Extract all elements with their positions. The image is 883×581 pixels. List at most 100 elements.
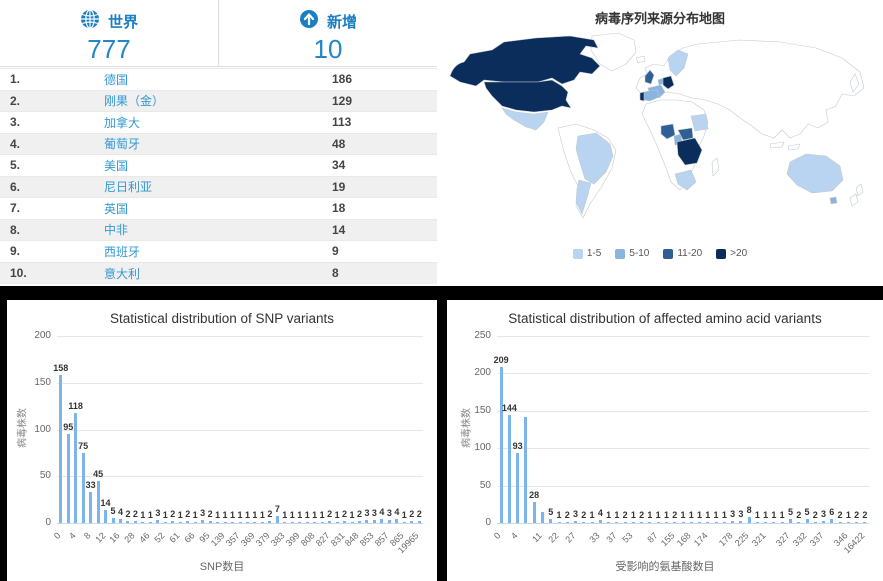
- bar[interactable]: [566, 522, 569, 523]
- bar[interactable]: [112, 518, 115, 523]
- bar[interactable]: [599, 520, 602, 523]
- country-link[interactable]: 加拿大: [100, 112, 328, 134]
- region-usa[interactable]: [484, 80, 571, 112]
- bar[interactable]: [283, 522, 286, 523]
- bar[interactable]: [67, 434, 70, 523]
- bar[interactable]: [164, 522, 167, 523]
- bar[interactable]: [141, 522, 144, 523]
- bar[interactable]: [764, 522, 767, 523]
- bar[interactable]: [395, 519, 398, 523]
- bar[interactable]: [410, 521, 413, 523]
- bar[interactable]: [706, 522, 709, 523]
- bar[interactable]: [239, 522, 242, 523]
- bar[interactable]: [298, 522, 301, 523]
- bar[interactable]: [657, 522, 660, 523]
- bar[interactable]: [615, 522, 618, 523]
- bar[interactable]: [748, 517, 751, 523]
- bar[interactable]: [89, 492, 92, 523]
- bar[interactable]: [134, 521, 137, 523]
- bar[interactable]: [533, 502, 536, 523]
- bar[interactable]: [806, 519, 809, 523]
- bar[interactable]: [624, 522, 627, 523]
- bar[interactable]: [739, 521, 742, 523]
- bar[interactable]: [261, 522, 264, 523]
- bar[interactable]: [715, 522, 718, 523]
- bar[interactable]: [179, 522, 182, 523]
- bar[interactable]: [380, 519, 383, 523]
- bar[interactable]: [74, 413, 77, 523]
- bar[interactable]: [201, 520, 204, 523]
- bar[interactable]: [343, 521, 346, 523]
- bar[interactable]: [373, 520, 376, 523]
- bar[interactable]: [524, 417, 527, 523]
- bar[interactable]: [358, 521, 361, 523]
- bar[interactable]: [574, 521, 577, 523]
- country-link[interactable]: 美国: [100, 155, 328, 177]
- bar[interactable]: [632, 522, 635, 523]
- country-link[interactable]: 英国: [100, 198, 328, 220]
- bar[interactable]: [723, 522, 726, 523]
- bar[interactable]: [119, 519, 122, 523]
- bar[interactable]: [418, 521, 421, 523]
- bar[interactable]: [789, 519, 792, 523]
- bar[interactable]: [403, 522, 406, 523]
- country-link[interactable]: 西班牙: [100, 241, 328, 263]
- country-link[interactable]: 刚果（金）: [100, 90, 328, 112]
- bar[interactable]: [253, 522, 256, 523]
- bar[interactable]: [246, 522, 249, 523]
- bar[interactable]: [781, 522, 784, 523]
- country-link[interactable]: 意大利: [100, 262, 328, 284]
- bar[interactable]: [268, 521, 271, 523]
- bar[interactable]: [82, 453, 85, 523]
- bar[interactable]: [276, 516, 279, 523]
- bar[interactable]: [648, 522, 651, 523]
- bar[interactable]: [591, 522, 594, 523]
- bar[interactable]: [156, 520, 159, 523]
- country-link[interactable]: 葡萄牙: [100, 133, 328, 155]
- bar[interactable]: [549, 519, 552, 523]
- bar[interactable]: [231, 522, 234, 523]
- bar[interactable]: [216, 522, 219, 523]
- bar[interactable]: [149, 522, 152, 523]
- bar[interactable]: [847, 522, 850, 523]
- bar[interactable]: [126, 521, 129, 523]
- bar[interactable]: [839, 522, 842, 523]
- bar[interactable]: [336, 522, 339, 523]
- bar[interactable]: [209, 521, 212, 523]
- region-tasmania[interactable]: [830, 197, 837, 204]
- bar[interactable]: [186, 521, 189, 523]
- region-spain[interactable]: [643, 90, 659, 101]
- region-portugal[interactable]: [640, 92, 644, 101]
- bar[interactable]: [224, 522, 227, 523]
- bar[interactable]: [97, 481, 100, 523]
- bar[interactable]: [321, 522, 324, 523]
- bar[interactable]: [756, 522, 759, 523]
- bar[interactable]: [830, 519, 833, 523]
- bar[interactable]: [171, 521, 174, 523]
- bar[interactable]: [797, 522, 800, 523]
- bar[interactable]: [306, 522, 309, 523]
- bar[interactable]: [822, 521, 825, 523]
- bar[interactable]: [388, 520, 391, 523]
- bar[interactable]: [104, 510, 107, 523]
- bar[interactable]: [194, 522, 197, 523]
- bar[interactable]: [731, 521, 734, 523]
- bar[interactable]: [772, 522, 775, 523]
- bar[interactable]: [328, 521, 331, 523]
- bar[interactable]: [365, 520, 368, 523]
- bar[interactable]: [500, 367, 503, 523]
- bar[interactable]: [673, 522, 676, 523]
- country-link[interactable]: 中非: [100, 219, 328, 241]
- bar[interactable]: [582, 522, 585, 523]
- bar[interactable]: [291, 522, 294, 523]
- bar[interactable]: [558, 522, 561, 523]
- bar[interactable]: [682, 522, 685, 523]
- bar[interactable]: [516, 453, 519, 523]
- bar[interactable]: [855, 522, 858, 523]
- bar[interactable]: [690, 522, 693, 523]
- bar[interactable]: [607, 522, 610, 523]
- bar[interactable]: [640, 522, 643, 523]
- bar[interactable]: [508, 415, 511, 523]
- bar[interactable]: [541, 512, 544, 523]
- country-link[interactable]: 德国: [100, 69, 328, 91]
